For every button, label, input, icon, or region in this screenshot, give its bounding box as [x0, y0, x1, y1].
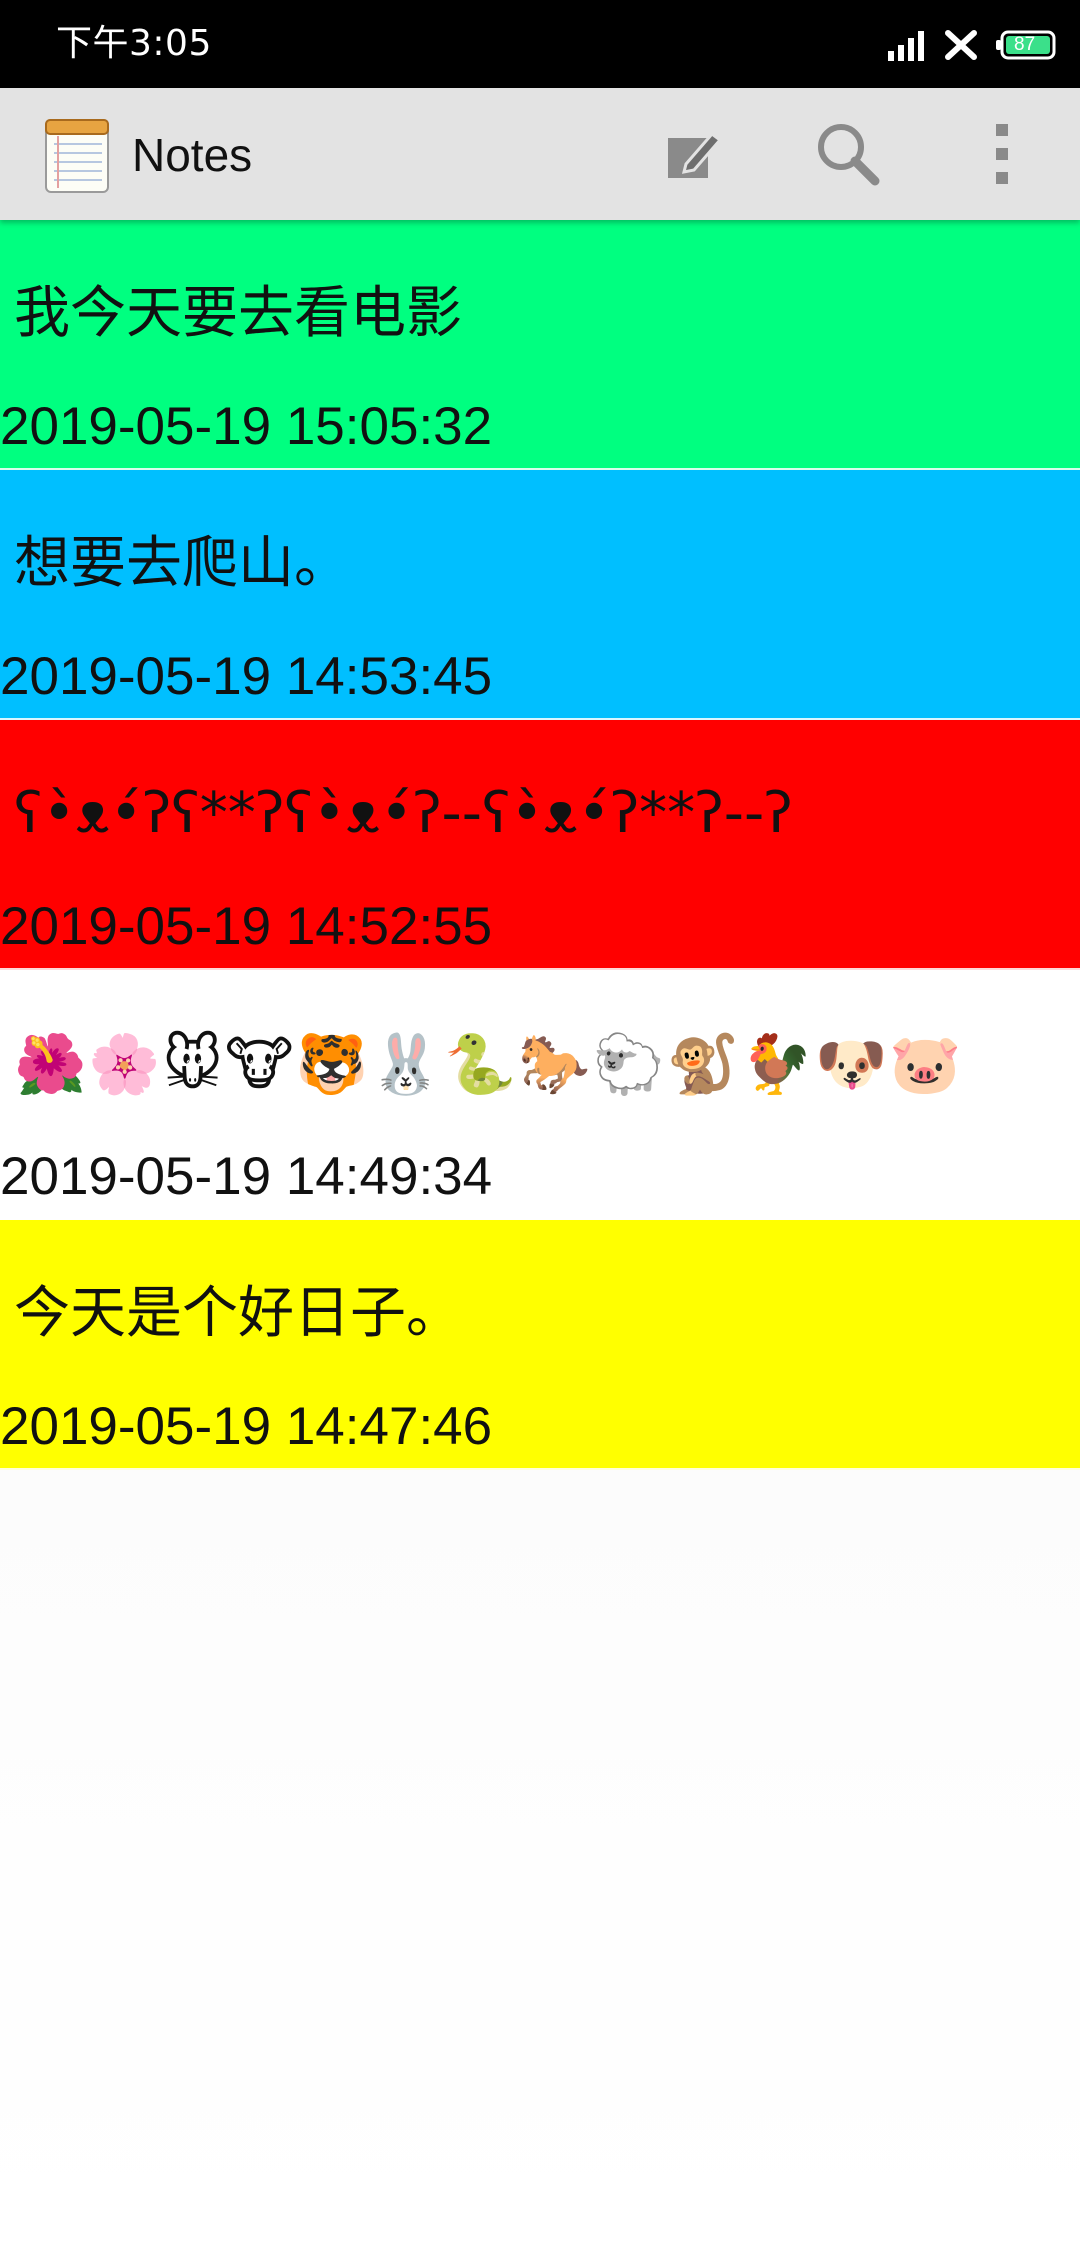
battery-icon: 87: [996, 29, 1060, 61]
no-sim-icon: [944, 29, 978, 61]
status-time: 下午3:05: [56, 23, 212, 64]
notepad-icon: [42, 116, 114, 194]
note-item[interactable]: ʕ•̀ᴥ•́ʔʕ**ʔʕ•̀ᴥ•́ʔ--ʕ•̀ᴥ•́ʔ**ʔ--ʔ 2019-0…: [0, 720, 1080, 970]
note-item[interactable]: 想要去爬山。 2019-05-19 14:53:45: [0, 470, 1080, 720]
status-bar: 下午3:05 87: [0, 0, 1080, 88]
note-title: ʕ•̀ᴥ•́ʔʕ**ʔʕ•̀ᴥ•́ʔ--ʕ•̀ᴥ•́ʔ**ʔ--ʔ: [14, 781, 793, 846]
note-title: 今天是个好日子。: [14, 1281, 462, 1346]
note-item[interactable]: 🌺🌸🐭🐮🐯🐰🐍🐎🐑🐒🐓🐶🐷 2019-05-19 14:49:34: [0, 970, 1080, 1220]
note-item[interactable]: 今天是个好日子。 2019-05-19 14:47:46: [0, 1220, 1080, 1470]
note-title: 我今天要去看电影: [14, 281, 462, 346]
app-title: Notes: [132, 129, 253, 181]
overflow-menu-button[interactable]: [960, 114, 1044, 198]
note-title: 想要去爬山。: [14, 531, 350, 596]
overflow-menu-icon: [992, 122, 1012, 190]
battery-level: 87: [1014, 34, 1036, 55]
new-note-button[interactable]: [652, 114, 736, 198]
search-icon: [813, 119, 883, 193]
notes-list: 我今天要去看电影 2019-05-19 15:05:32 想要去爬山。 2019…: [0, 220, 1080, 1470]
signal-icon: [886, 29, 926, 61]
action-bar: Notes: [0, 88, 1080, 220]
note-date: 2019-05-19 14:52:55: [0, 897, 493, 956]
note-title: 🌺🌸🐭🐮🐯🐰🐍🐎🐑🐒🐓🐶🐷: [14, 1030, 964, 1098]
note-date: 2019-05-19 14:47:46: [0, 1397, 493, 1456]
note-date: 2019-05-19 15:05:32: [0, 397, 493, 456]
note-date: 2019-05-19 14:49:34: [0, 1147, 493, 1206]
search-button[interactable]: [806, 114, 890, 198]
edit-note-icon: [664, 126, 724, 186]
note-item[interactable]: 我今天要去看电影 2019-05-19 15:05:32: [0, 220, 1080, 470]
status-icons: 87: [886, 24, 1060, 66]
note-date: 2019-05-19 14:53:45: [0, 647, 493, 706]
